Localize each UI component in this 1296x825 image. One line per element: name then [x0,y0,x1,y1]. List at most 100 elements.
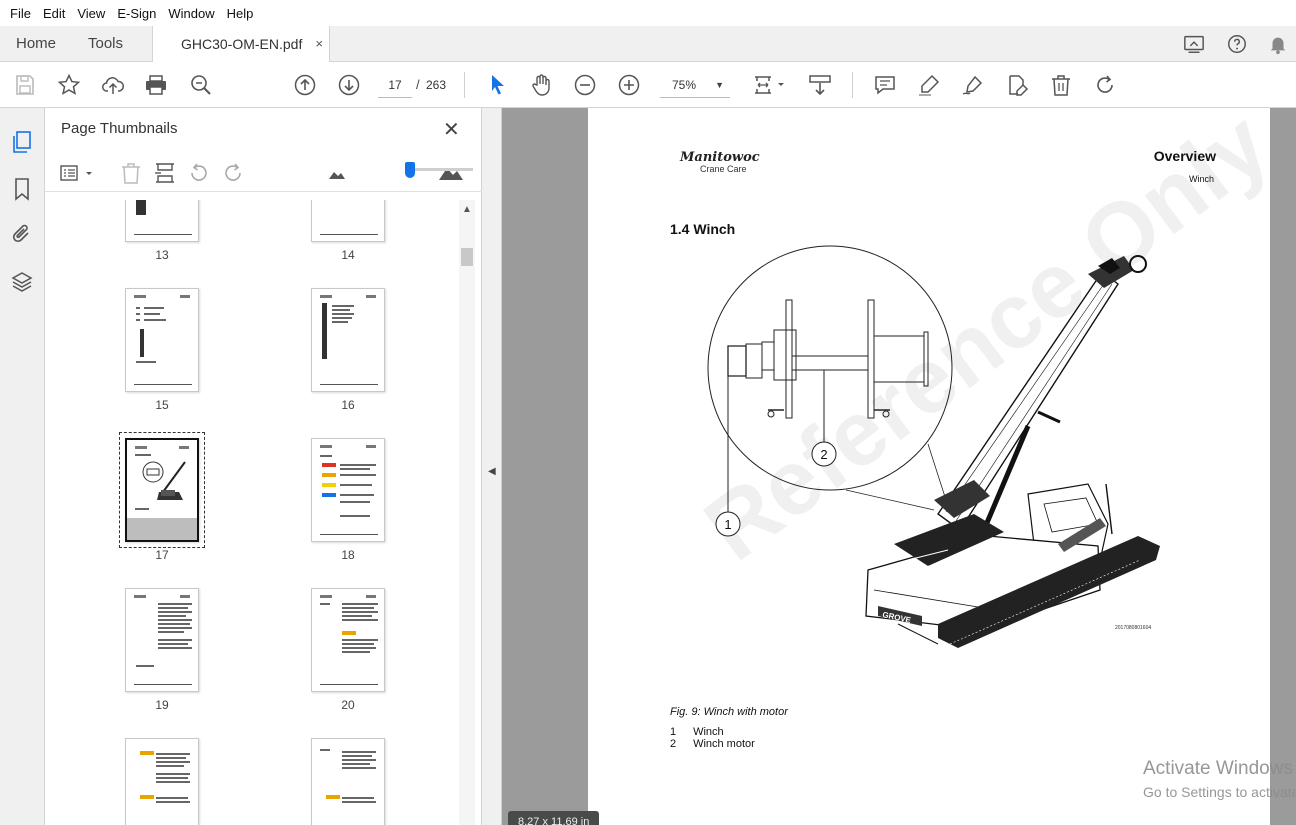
chevron-down-icon: ▼ [715,80,724,90]
page-number-label: 19 [155,698,169,712]
page-thumbnail[interactable] [125,588,199,692]
rotate-icon[interactable] [1093,73,1117,97]
page-size-indicator: 8.27 x 11.69 in [508,811,600,825]
bookmark-star-icon[interactable] [57,73,81,97]
legend-number: 1 [670,726,677,738]
document-tab-label: GHC30-OM-EN.pdf [181,36,303,52]
edit-document-icon[interactable] [1005,73,1029,97]
close-panel-icon[interactable]: ✕ [443,117,460,142]
main-toolbar: 17 / 263 75% ▼ [0,62,1296,108]
menu-help[interactable]: Help [221,6,260,21]
left-rail [0,108,45,825]
delete-page-icon[interactable] [119,161,143,185]
page-thumbnail[interactable] [311,588,385,692]
page-header-subtitle: Winch [1188,174,1214,184]
previous-page-icon[interactable] [293,73,317,97]
panel-collapse-handle[interactable]: ◀ [482,108,502,825]
callout-2: 2 [820,447,827,462]
page-thumbnails-icon[interactable] [10,130,34,154]
page-thumbnail[interactable] [311,200,385,242]
menu-window[interactable]: Window [162,6,220,21]
tab-home[interactable]: Home [16,26,56,62]
collapse-arrow-icon[interactable]: ◀ [488,466,496,477]
print-icon[interactable] [144,73,168,97]
page-thumbnail-selected[interactable] [125,438,199,542]
rotate-counterclockwise-icon[interactable] [187,161,211,185]
thumbnail-list: 13 14 15 16 17 18 19 20 [61,200,461,825]
rotate-clockwise-icon[interactable] [221,161,245,185]
menu-file[interactable]: File [4,6,37,21]
zoom-search-icon[interactable] [189,73,213,97]
logo-subtitle: Crane Care [700,164,747,174]
comment-icon[interactable] [873,73,897,97]
legend-number: 2 [670,738,677,750]
zoom-in-icon[interactable] [617,73,641,97]
large-thumbnail-icon[interactable] [439,161,463,185]
page-thumbnail[interactable] [311,738,385,825]
insert-page-icon[interactable] [153,161,177,185]
pdf-page: Reference Only Manitowoc Crane Care Over… [588,108,1287,825]
delete-icon[interactable] [1049,73,1073,97]
bookmark-icon[interactable] [10,177,34,201]
page-number-label-selected: 17 [155,548,169,562]
next-page-icon[interactable] [337,73,361,97]
zoom-level-select[interactable]: 75% ▼ [660,72,730,98]
legend-label: Winch motor [693,738,755,750]
save-icon[interactable] [13,73,37,97]
thumbnail-scrollbar[interactable]: ▲ [459,200,475,825]
menu-edit[interactable]: Edit [37,6,71,21]
options-menu-icon[interactable] [59,161,95,185]
menu-esign[interactable]: E-Sign [111,6,162,21]
winch-figure: 1 2 GROVE 2017080801604 [707,245,1160,648]
page-number-label: 16 [341,398,355,412]
page-number-label: 18 [341,548,355,562]
zoom-out-icon[interactable] [573,73,597,97]
page-number-label: 13 [155,248,169,262]
scroll-mode-icon[interactable] [808,73,832,97]
attachment-icon[interactable] [10,222,34,246]
zoom-level-value: 75% [672,78,697,92]
page-number-label: 15 [155,398,169,412]
highlight-pen-icon[interactable] [917,73,941,97]
page-thumbnail[interactable] [125,200,199,242]
menu-bar: File Edit View E-Sign Window Help [0,0,1296,26]
tab-bar: Home Tools GHC30-OM-EN.pdf × [0,26,1296,63]
share-screen-icon[interactable] [1183,33,1205,55]
fit-page-icon[interactable] [752,73,788,97]
tab-document[interactable]: GHC30-OM-EN.pdf × [152,26,330,63]
thumbnail-toolbar [45,152,482,192]
upload-cloud-icon[interactable] [101,73,125,97]
document-view[interactable]: Reference Only Manitowoc Crane Care Over… [502,108,1296,825]
tab-tools[interactable]: Tools [88,26,123,62]
slider-handle[interactable] [405,162,415,178]
page-thumbnail[interactable] [125,738,199,825]
scrollbar-thumb[interactable] [461,248,473,266]
notification-bell-icon[interactable] [1267,33,1289,55]
callout-1: 1 [724,517,731,532]
legend-item: 1 Winch [670,726,724,738]
menu-view[interactable]: View [71,6,111,21]
page-separator: / [416,77,420,92]
select-cursor-icon[interactable] [486,73,510,97]
panel-title: Page Thumbnails [61,120,178,137]
page-total: 263 [426,78,447,92]
page-thumbnail[interactable] [311,438,385,542]
scroll-up-icon[interactable]: ▲ [462,204,472,215]
activate-windows-title: Activate Windows [1143,758,1293,779]
sign-pen-icon[interactable] [961,73,985,97]
manitowoc-logo: Manitowoc [680,150,760,165]
layers-icon[interactable] [10,270,34,294]
close-tab-icon[interactable]: × [315,26,323,62]
hand-tool-icon[interactable] [529,73,553,97]
help-icon[interactable] [1226,33,1248,55]
page-number-input[interactable]: 17 [378,72,412,98]
page-thumbnail[interactable] [125,288,199,392]
activate-windows-subtitle: Go to Settings to activate Windows. [1143,784,1296,800]
thumbnail-size-slider[interactable] [409,168,473,171]
page-number-label: 20 [341,698,355,712]
page-number-label: 14 [341,248,355,262]
small-thumbnail-icon[interactable] [325,161,349,185]
figure-id: 2017080801604 [1115,625,1151,631]
page-thumbnail[interactable] [311,288,385,392]
page-header-title: Overview [1153,148,1216,164]
